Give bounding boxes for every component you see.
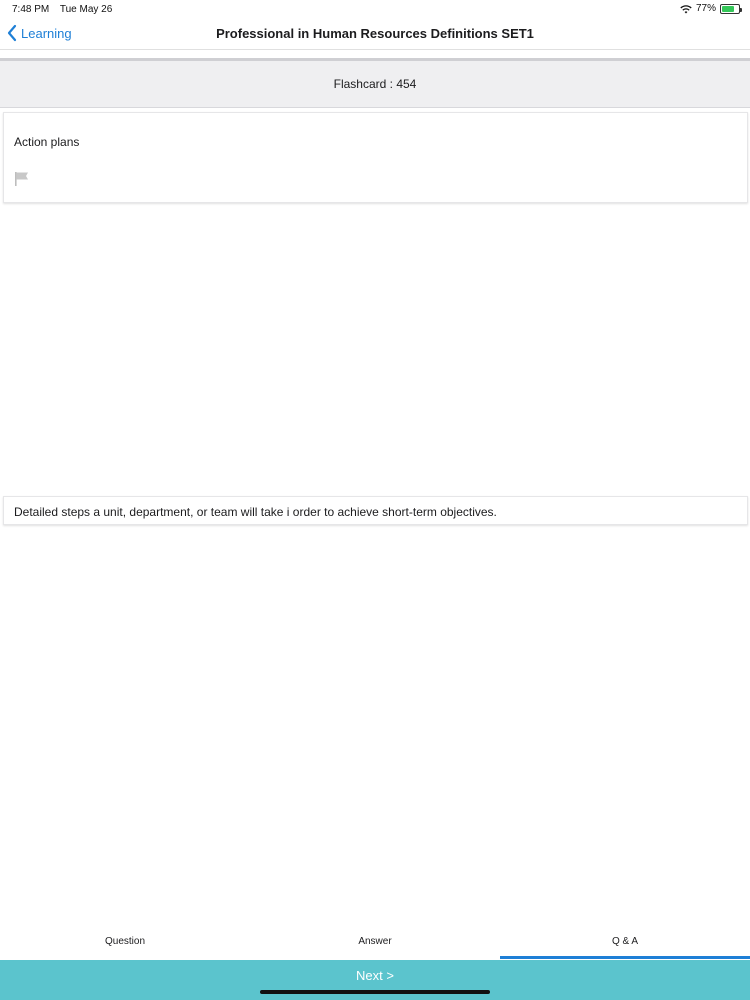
page-title: Professional in Human Resources Definiti… (216, 26, 534, 41)
tab-q-and-a[interactable]: Q & A (500, 928, 750, 960)
mode-tab-bar: Question Answer Q & A (0, 928, 750, 960)
home-indicator (260, 990, 490, 994)
status-bar: 7:48 PM Tue May 26 77% (0, 0, 750, 18)
status-date: Tue May 26 (59, 4, 113, 15)
battery-level (722, 5, 735, 12)
navigation-bar: Learning Professional in Human Resources… (0, 18, 750, 50)
flashcard-header: Flashcard : 454 (0, 58, 750, 108)
question-card: Action plans (3, 112, 748, 203)
tab-question[interactable]: Question (0, 928, 250, 960)
answer-text: Detailed steps a unit, department, or te… (14, 505, 497, 519)
question-text: Action plans (14, 135, 80, 149)
answer-card: Detailed steps a unit, department, or te… (3, 496, 748, 525)
battery-icon (720, 3, 742, 14)
status-right: 77% (680, 3, 742, 14)
battery-percent: 77% (695, 3, 716, 14)
next-button[interactable]: Next > (0, 960, 750, 1000)
tab-answer[interactable]: Answer (250, 928, 500, 960)
status-left: 7:48 PM Tue May 26 (12, 4, 120, 15)
status-time: 7:48 PM (12, 4, 50, 15)
wifi-icon (680, 4, 692, 13)
flag-icon[interactable] (14, 171, 30, 187)
